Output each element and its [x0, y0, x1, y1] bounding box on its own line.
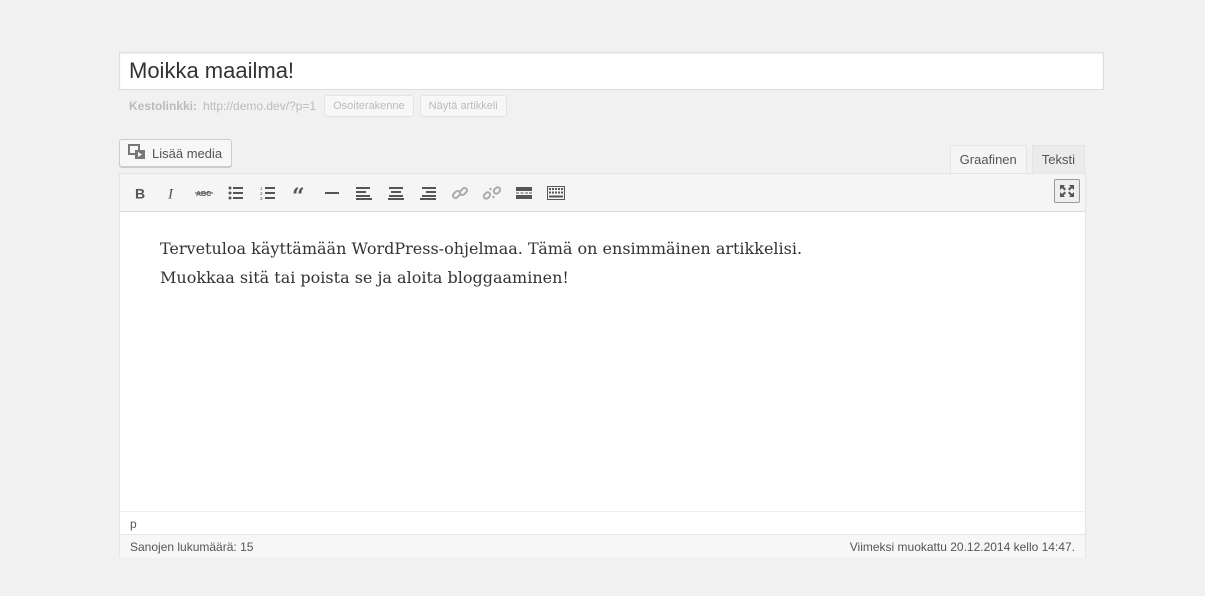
editor-content[interactable]: Tervetuloa käyttämään WordPress-ohjelmaa… — [120, 212, 1085, 314]
strikethrough-icon[interactable]: ABC — [191, 181, 217, 205]
svg-text:“: “ — [292, 187, 305, 199]
blockquote-icon[interactable]: “ — [287, 181, 313, 205]
last-edited: Viimeksi muokattu 20.12.2014 kello 14:47… — [849, 539, 1075, 554]
tab-visual[interactable]: Graafinen — [949, 145, 1027, 174]
italic-icon[interactable]: I — [159, 181, 185, 205]
status-bar: Sanojen lukumäärä: 15 Viimeksi muokattu … — [120, 534, 1085, 558]
editor-toolbar: B I ABC 1 2 3 “ — [120, 174, 1085, 212]
svg-text:B: B — [135, 186, 145, 200]
align-right-icon[interactable] — [415, 181, 441, 205]
unlink-icon[interactable] — [479, 181, 505, 205]
svg-text:3: 3 — [260, 196, 263, 200]
word-count: Sanojen lukumäärä: 15 — [130, 539, 254, 554]
post-title-input[interactable]: Moikka maailma! — [119, 52, 1104, 90]
editor-tabs: Graafinen Teksti — [949, 145, 1085, 174]
permalink-url[interactable]: http://demo.dev/?p=1 — [203, 99, 316, 113]
view-post-button[interactable]: Näytä artikkeli — [419, 95, 507, 117]
content-line-1: Tervetuloa käyttämään WordPress-ohjelmaa… — [160, 239, 803, 258]
read-more-icon[interactable] — [511, 181, 537, 205]
svg-text:ABC: ABC — [196, 191, 211, 198]
horizontal-rule-icon[interactable] — [319, 181, 345, 205]
tab-text[interactable]: Teksti — [1031, 145, 1085, 173]
fullscreen-icon[interactable] — [1054, 179, 1080, 203]
element-path[interactable]: p — [120, 511, 1085, 534]
permalink-label: Kestolinkki: — [129, 99, 198, 113]
align-left-icon[interactable] — [351, 181, 377, 205]
edit-permalink-button[interactable]: Osoiterakenne — [324, 95, 414, 117]
bold-icon[interactable]: B — [127, 181, 153, 205]
editor: B I ABC 1 2 3 “ — [119, 173, 1086, 558]
numbered-list-icon[interactable]: 1 2 3 — [255, 181, 281, 205]
content-line-2: Muokkaa sitä tai poista se ja aloita blo… — [160, 268, 569, 287]
media-icon — [128, 143, 146, 163]
add-media-button[interactable]: Lisää media — [119, 139, 233, 167]
link-icon[interactable] — [447, 181, 473, 205]
permalink-row: Kestolinkki: http://demo.dev/?p=1 Osoite… — [129, 94, 507, 118]
toolbar-toggle-icon[interactable] — [543, 181, 569, 205]
add-media-label: Lisää media — [152, 145, 223, 161]
align-center-icon[interactable] — [383, 181, 409, 205]
svg-text:I: I — [167, 187, 174, 201]
bullet-list-icon[interactable] — [223, 181, 249, 205]
